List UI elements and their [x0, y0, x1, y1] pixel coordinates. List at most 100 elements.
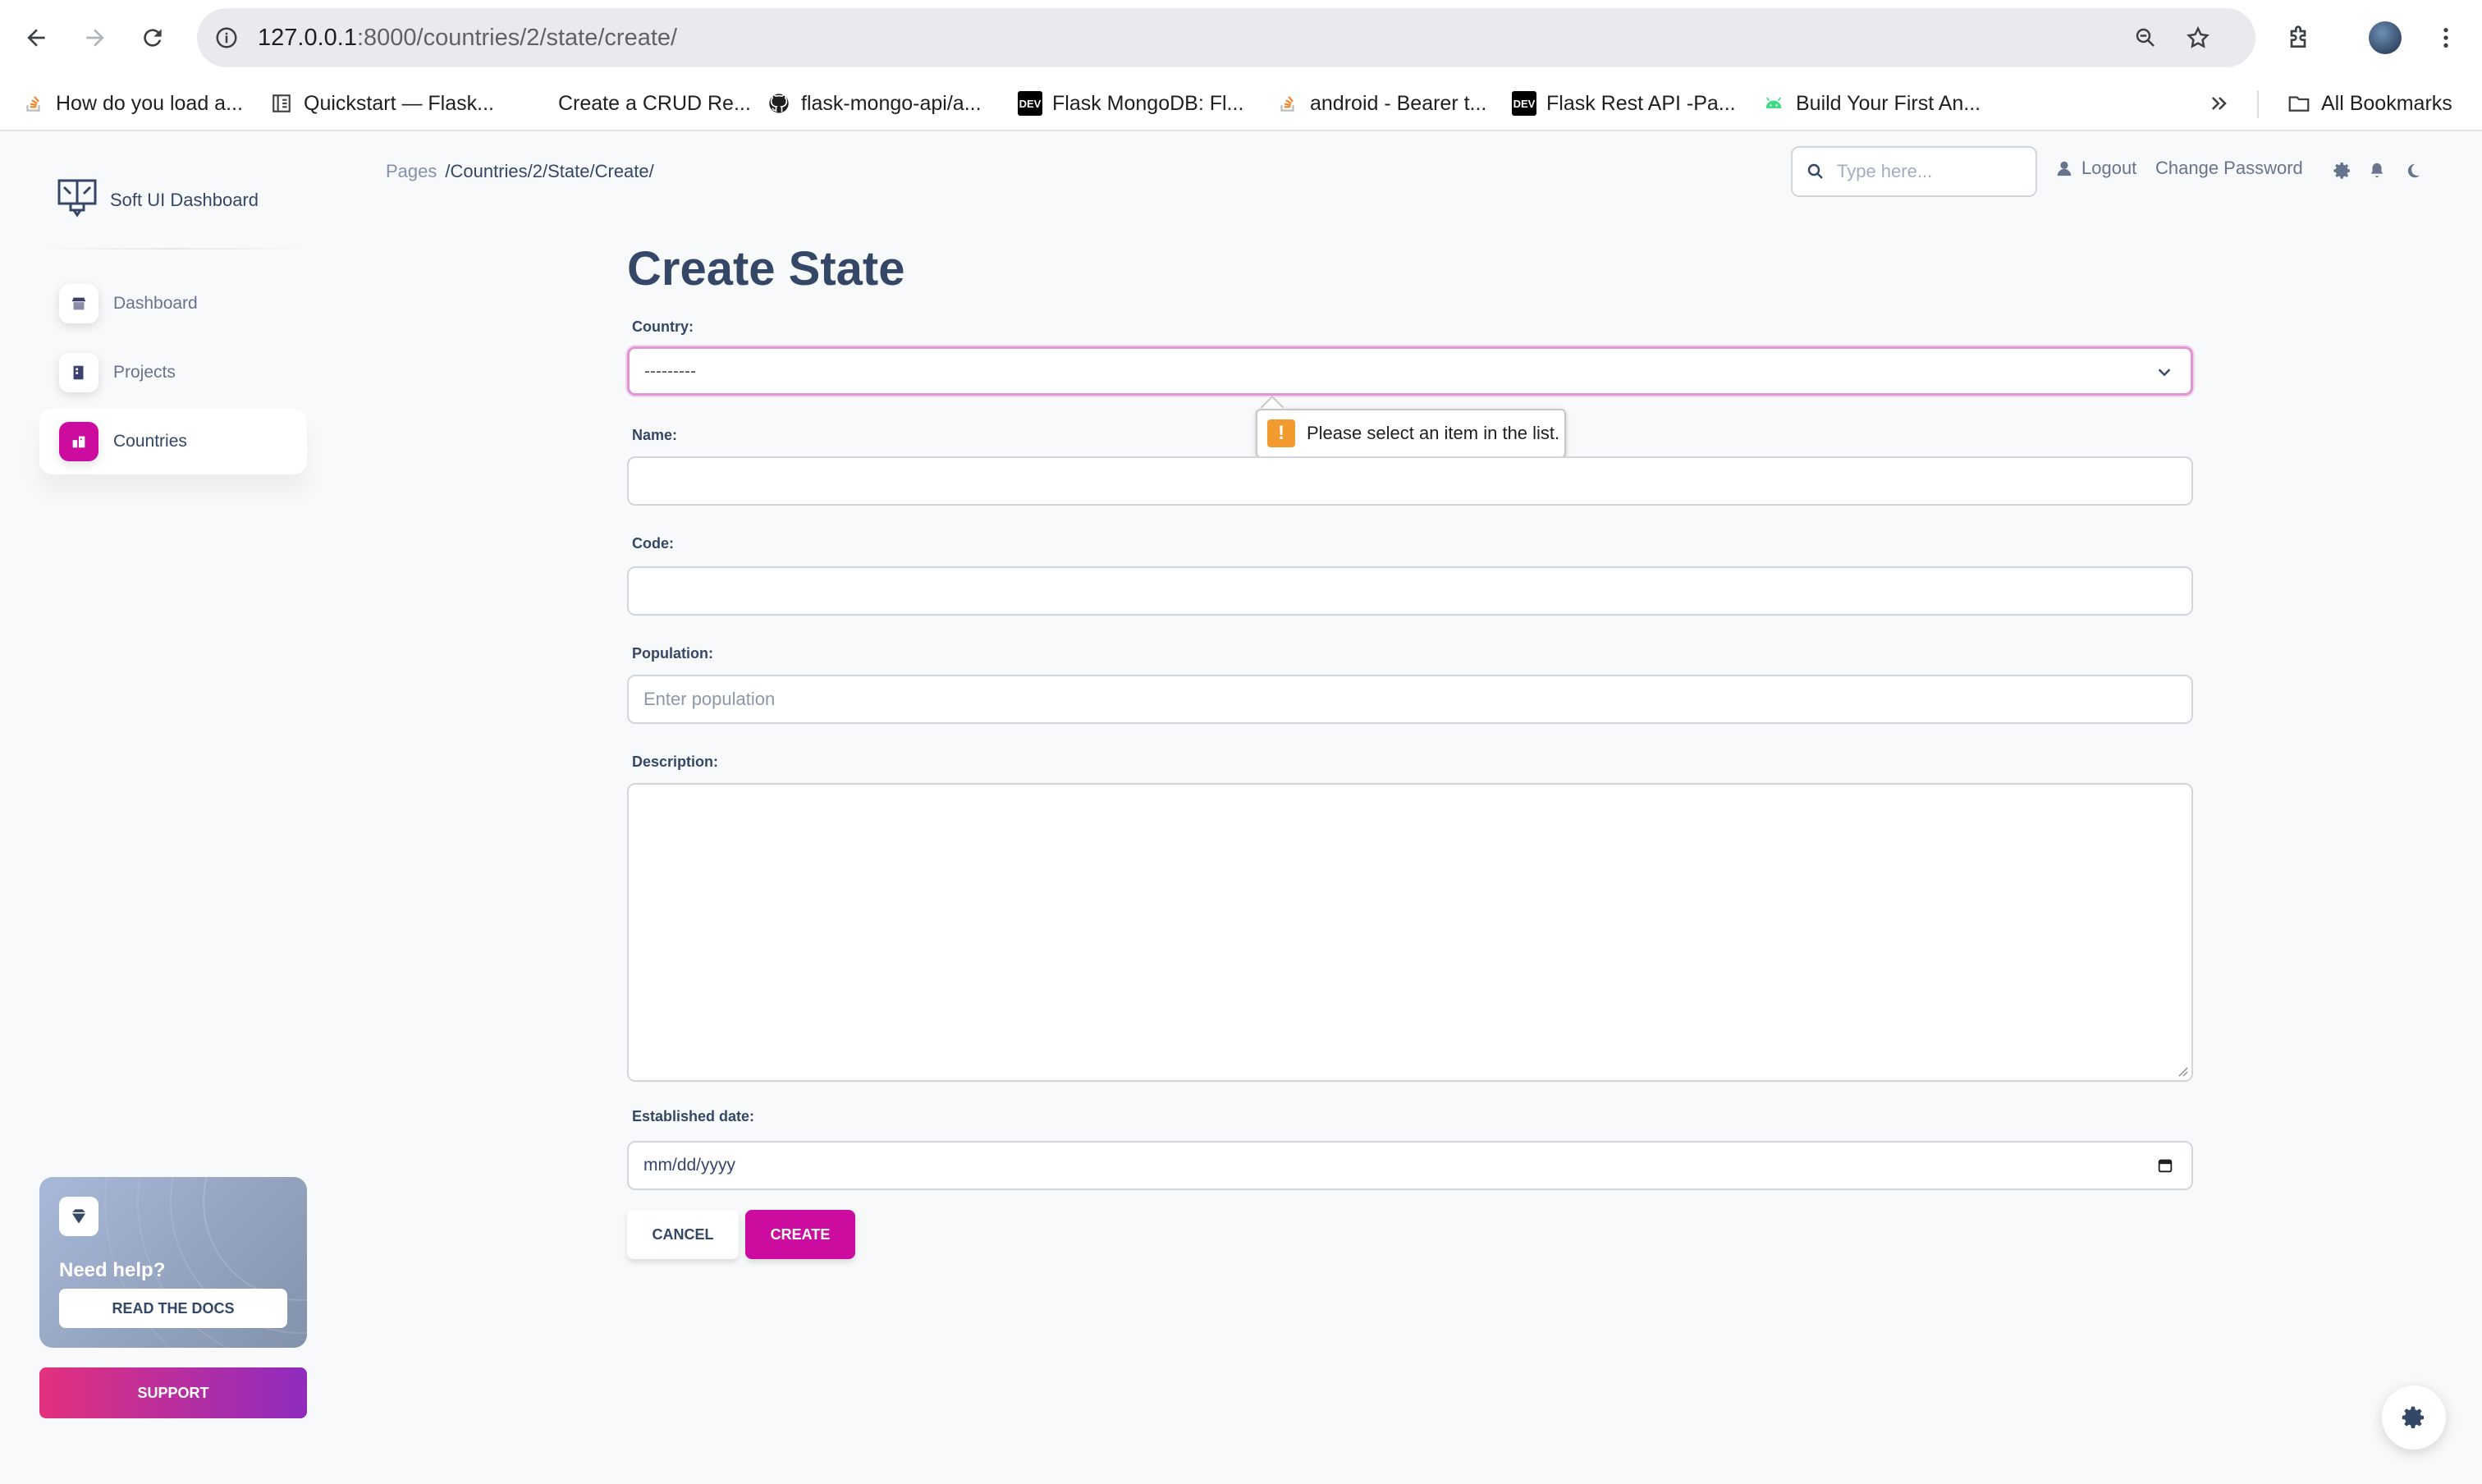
population-label: Population: [632, 645, 713, 662]
browser-menu-button[interactable] [2425, 16, 2467, 59]
sidebar-item-dashboard[interactable]: Dashboard [39, 271, 307, 337]
country-selected-value: --------- [644, 362, 696, 381]
android-icon [1761, 91, 1786, 116]
flask-docs-icon [269, 91, 294, 116]
sidebar-item-projects[interactable]: Projects [39, 340, 307, 405]
create-button[interactable]: CREATE [745, 1210, 855, 1259]
url-text: 127.0.0.1:8000/countries/2/state/create/ [258, 8, 677, 67]
browser-toolbar: 127.0.0.1:8000/countries/2/state/create/ [0, 0, 2482, 76]
calendar-icon[interactable] [2154, 1154, 2177, 1177]
sidebar-brand[interactable]: Soft UI Dashboard [57, 179, 259, 222]
extensions-button[interactable] [2277, 16, 2319, 59]
site-info-icon[interactable] [212, 23, 241, 53]
arrow-right-icon [86, 29, 104, 47]
warning-icon: ! [1267, 419, 1295, 447]
bookmark-item[interactable]: flask-mongo-api/a... [767, 89, 982, 118]
logout-label: Logout [2081, 158, 2137, 178]
breadcrumb-root[interactable]: Pages [386, 161, 437, 182]
resize-handle-icon[interactable] [2175, 1064, 2188, 1077]
help-title: Need help? [59, 1259, 166, 1281]
configurator-button[interactable] [2382, 1386, 2446, 1450]
bookmark-star-icon[interactable] [2183, 23, 2213, 53]
reload-button[interactable] [131, 16, 174, 59]
bookmark-label: Flask MongoDB: Fl... [1052, 91, 1244, 115]
office-icon [59, 353, 98, 392]
bookmark-label: android - Bearer t... [1310, 91, 1487, 115]
brand-name: Soft UI Dashboard [110, 190, 259, 210]
bookmarks-bar: How do you load a... Quickstart — Flask.… [0, 76, 2482, 131]
back-button[interactable] [15, 16, 57, 59]
change-password-link[interactable]: Change Password [2155, 158, 2303, 179]
bookmark-item[interactable]: Quickstart — Flask... [269, 89, 494, 118]
sidebar-item-label: Projects [113, 363, 176, 382]
code-field[interactable] [627, 566, 2193, 616]
profile-avatar[interactable] [2364, 16, 2406, 59]
description-textarea[interactable] [627, 783, 2193, 1082]
sidebar-item-label: Countries [113, 432, 187, 451]
search-icon [1807, 163, 1823, 179]
sidebar-item-countries[interactable]: Countries [39, 409, 307, 474]
population-placeholder: Enter population [643, 689, 776, 709]
arrow-left-icon [27, 29, 45, 47]
country-label: Country: [632, 318, 694, 335]
read-docs-button[interactable]: READ THE DOCS [59, 1289, 287, 1328]
name-field[interactable] [627, 456, 2193, 506]
double-chevron-right-icon [2211, 97, 2227, 110]
help-card: Need help? READ THE DOCS [39, 1177, 307, 1348]
search-input[interactable] [1837, 161, 2026, 182]
bell-icon [2370, 163, 2384, 178]
zoom-icon[interactable] [2131, 23, 2160, 53]
bookmark-item[interactable]: DEV Flask MongoDB: Fl... [1018, 89, 1243, 118]
dark-mode-toggle[interactable] [2402, 159, 2425, 182]
bookmark-label: Create a CRUD Re... [558, 91, 751, 115]
validation-tooltip: ! Please select an item in the list. [1256, 409, 1566, 458]
breadcrumb: Pages /Countries/2/State/Create/ [386, 161, 654, 182]
shop-icon [59, 284, 98, 323]
description-label: Description: [632, 753, 719, 770]
notifications-button[interactable] [2365, 159, 2388, 182]
gear-icon [2402, 1406, 2424, 1429]
address-bar[interactable]: 127.0.0.1:8000/countries/2/state/create/ [197, 8, 2255, 67]
bookmark-item[interactable]: Build Your First An... [1761, 89, 1981, 118]
bookmarks-overflow-button[interactable] [2208, 89, 2231, 118]
forward-button[interactable] [74, 16, 117, 59]
country-select[interactable]: --------- [627, 346, 2193, 396]
blank-icon [524, 91, 548, 116]
population-field[interactable]: Enter population [627, 675, 2193, 724]
cancel-button[interactable]: CANCEL [627, 1210, 739, 1259]
bookmark-item[interactable]: DEV Flask Rest API -Pa... [1512, 89, 1736, 118]
user-icon [2057, 161, 2072, 176]
brand-logo-icon [57, 179, 97, 218]
page-title: Create State [627, 242, 905, 295]
established-date-label: Established date: [632, 1108, 755, 1124]
bookmark-label: flask-mongo-api/a... [801, 91, 982, 115]
sidebar-divider [39, 248, 307, 250]
url-path: :8000/countries/2/state/create/ [356, 25, 678, 51]
chevron-down-icon [2153, 360, 2176, 383]
name-label: Name: [632, 427, 678, 443]
bookmark-item[interactable]: Create a CRUD Re... [524, 89, 751, 118]
support-button[interactable]: SUPPORT [39, 1367, 307, 1418]
bookmark-item[interactable]: How do you load a... [21, 89, 243, 118]
established-date-field[interactable]: mm/dd/yyyy [627, 1141, 2193, 1190]
bookmark-label: How do you load a... [56, 91, 243, 115]
logout-link[interactable]: Logout [2055, 158, 2136, 179]
bookmark-label: Quickstart — Flask... [304, 91, 494, 115]
diamond-icon [59, 1197, 98, 1236]
breadcrumb-current: /Countries/2/State/Create/ [445, 161, 654, 181]
stackoverflow-icon [1275, 91, 1300, 116]
moon-icon [2407, 163, 2420, 178]
bookmarks-divider [2257, 90, 2259, 118]
dev-icon: DEV [1512, 91, 1536, 116]
settings-button[interactable] [2331, 159, 2354, 182]
date-placeholder: mm/dd/yyyy [643, 1156, 736, 1175]
url-host: 127.0.0.1 [258, 25, 357, 51]
validation-message: Please select an item in the list. [1307, 423, 1560, 443]
bookmark-item[interactable]: android - Bearer t... [1275, 89, 1486, 118]
gear-icon [2333, 163, 2350, 179]
all-bookmarks-label: All Bookmarks [2321, 91, 2452, 115]
all-bookmarks-button[interactable]: All Bookmarks [2287, 89, 2452, 118]
more-vertical-icon [2443, 28, 2448, 48]
bookmark-label: Build Your First An... [1796, 91, 1981, 115]
puzzle-icon [2290, 25, 2306, 48]
